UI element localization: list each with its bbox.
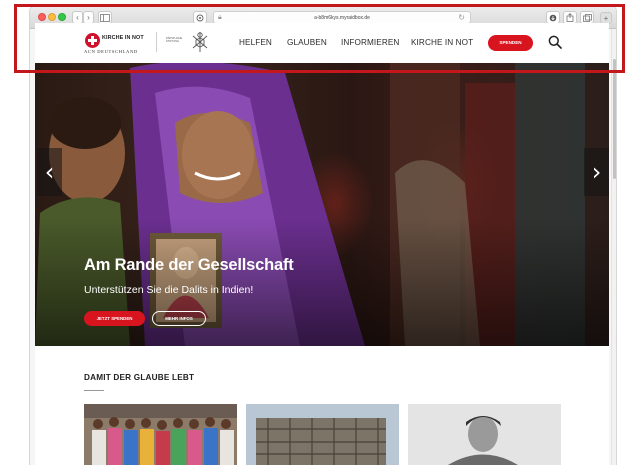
logo-subtitle: ACN DEUTSCHLAND [84,49,138,54]
address-url: a-b8m6kys.myraidbox.de [314,15,370,21]
donate-now-button[interactable]: JETZT SPENDEN [84,311,145,326]
papal-emblem-icon [192,32,208,52]
slider-prev-arrow-icon[interactable]: ‹ [37,148,62,196]
logo-name[interactable]: KIRCHE IN NOT [102,35,144,41]
zoom-window-button[interactable] [58,13,66,21]
screenshot: ‹ › 🔒︎ a-b8m6kys.myraidbox.de ↻ + KIRCHE… [0,0,625,465]
section-divider [84,390,104,391]
nav-item-glauben[interactable]: GLAUBEN [287,38,327,47]
logo-divider [156,32,157,52]
thumbnail-group-photo[interactable] [84,404,237,465]
more-info-button[interactable]: MEHR INFOS [152,311,206,326]
site-header: KIRCHE IN NOT ACN DEUTSCHLAND PÄPSTLICHE… [35,23,609,63]
scrollbar[interactable] [611,29,616,465]
hero-subtitle: Unterstützen Sie die Dalits in Indien! [84,284,254,296]
nav-item-informieren[interactable]: INFORMIEREN [341,38,399,47]
pontifical-label: PÄPSTLICHE STIFTUNG [166,37,183,44]
section-heading: DAMIT DER GLAUBE LEBT [84,373,195,382]
thumbnail-portrait-photo[interactable] [408,404,561,465]
cross-logo-icon[interactable] [85,33,100,48]
minimize-window-button[interactable] [48,13,56,21]
close-window-button[interactable] [38,13,46,21]
scrollbar-thumb[interactable] [613,59,616,179]
search-icon[interactable] [548,35,562,49]
nav-item-helfen[interactable]: HELFEN [239,38,272,47]
thumbnail-construction-photo[interactable] [246,404,399,465]
hero-slider: ‹ › Am Rande der Gesellschaft Unterstütz… [35,63,609,346]
donate-button[interactable]: SPENDEN [488,35,533,51]
slider-next-arrow-icon[interactable]: › [584,148,609,196]
nav-item-kirche-in-not[interactable]: KIRCHE IN NOT [411,38,473,47]
hero-title: Am Rande der Gesellschaft [84,256,294,274]
website: KIRCHE IN NOT ACN DEUTSCHLAND PÄPSTLICHE… [35,23,609,465]
hero-overlay [35,63,609,346]
